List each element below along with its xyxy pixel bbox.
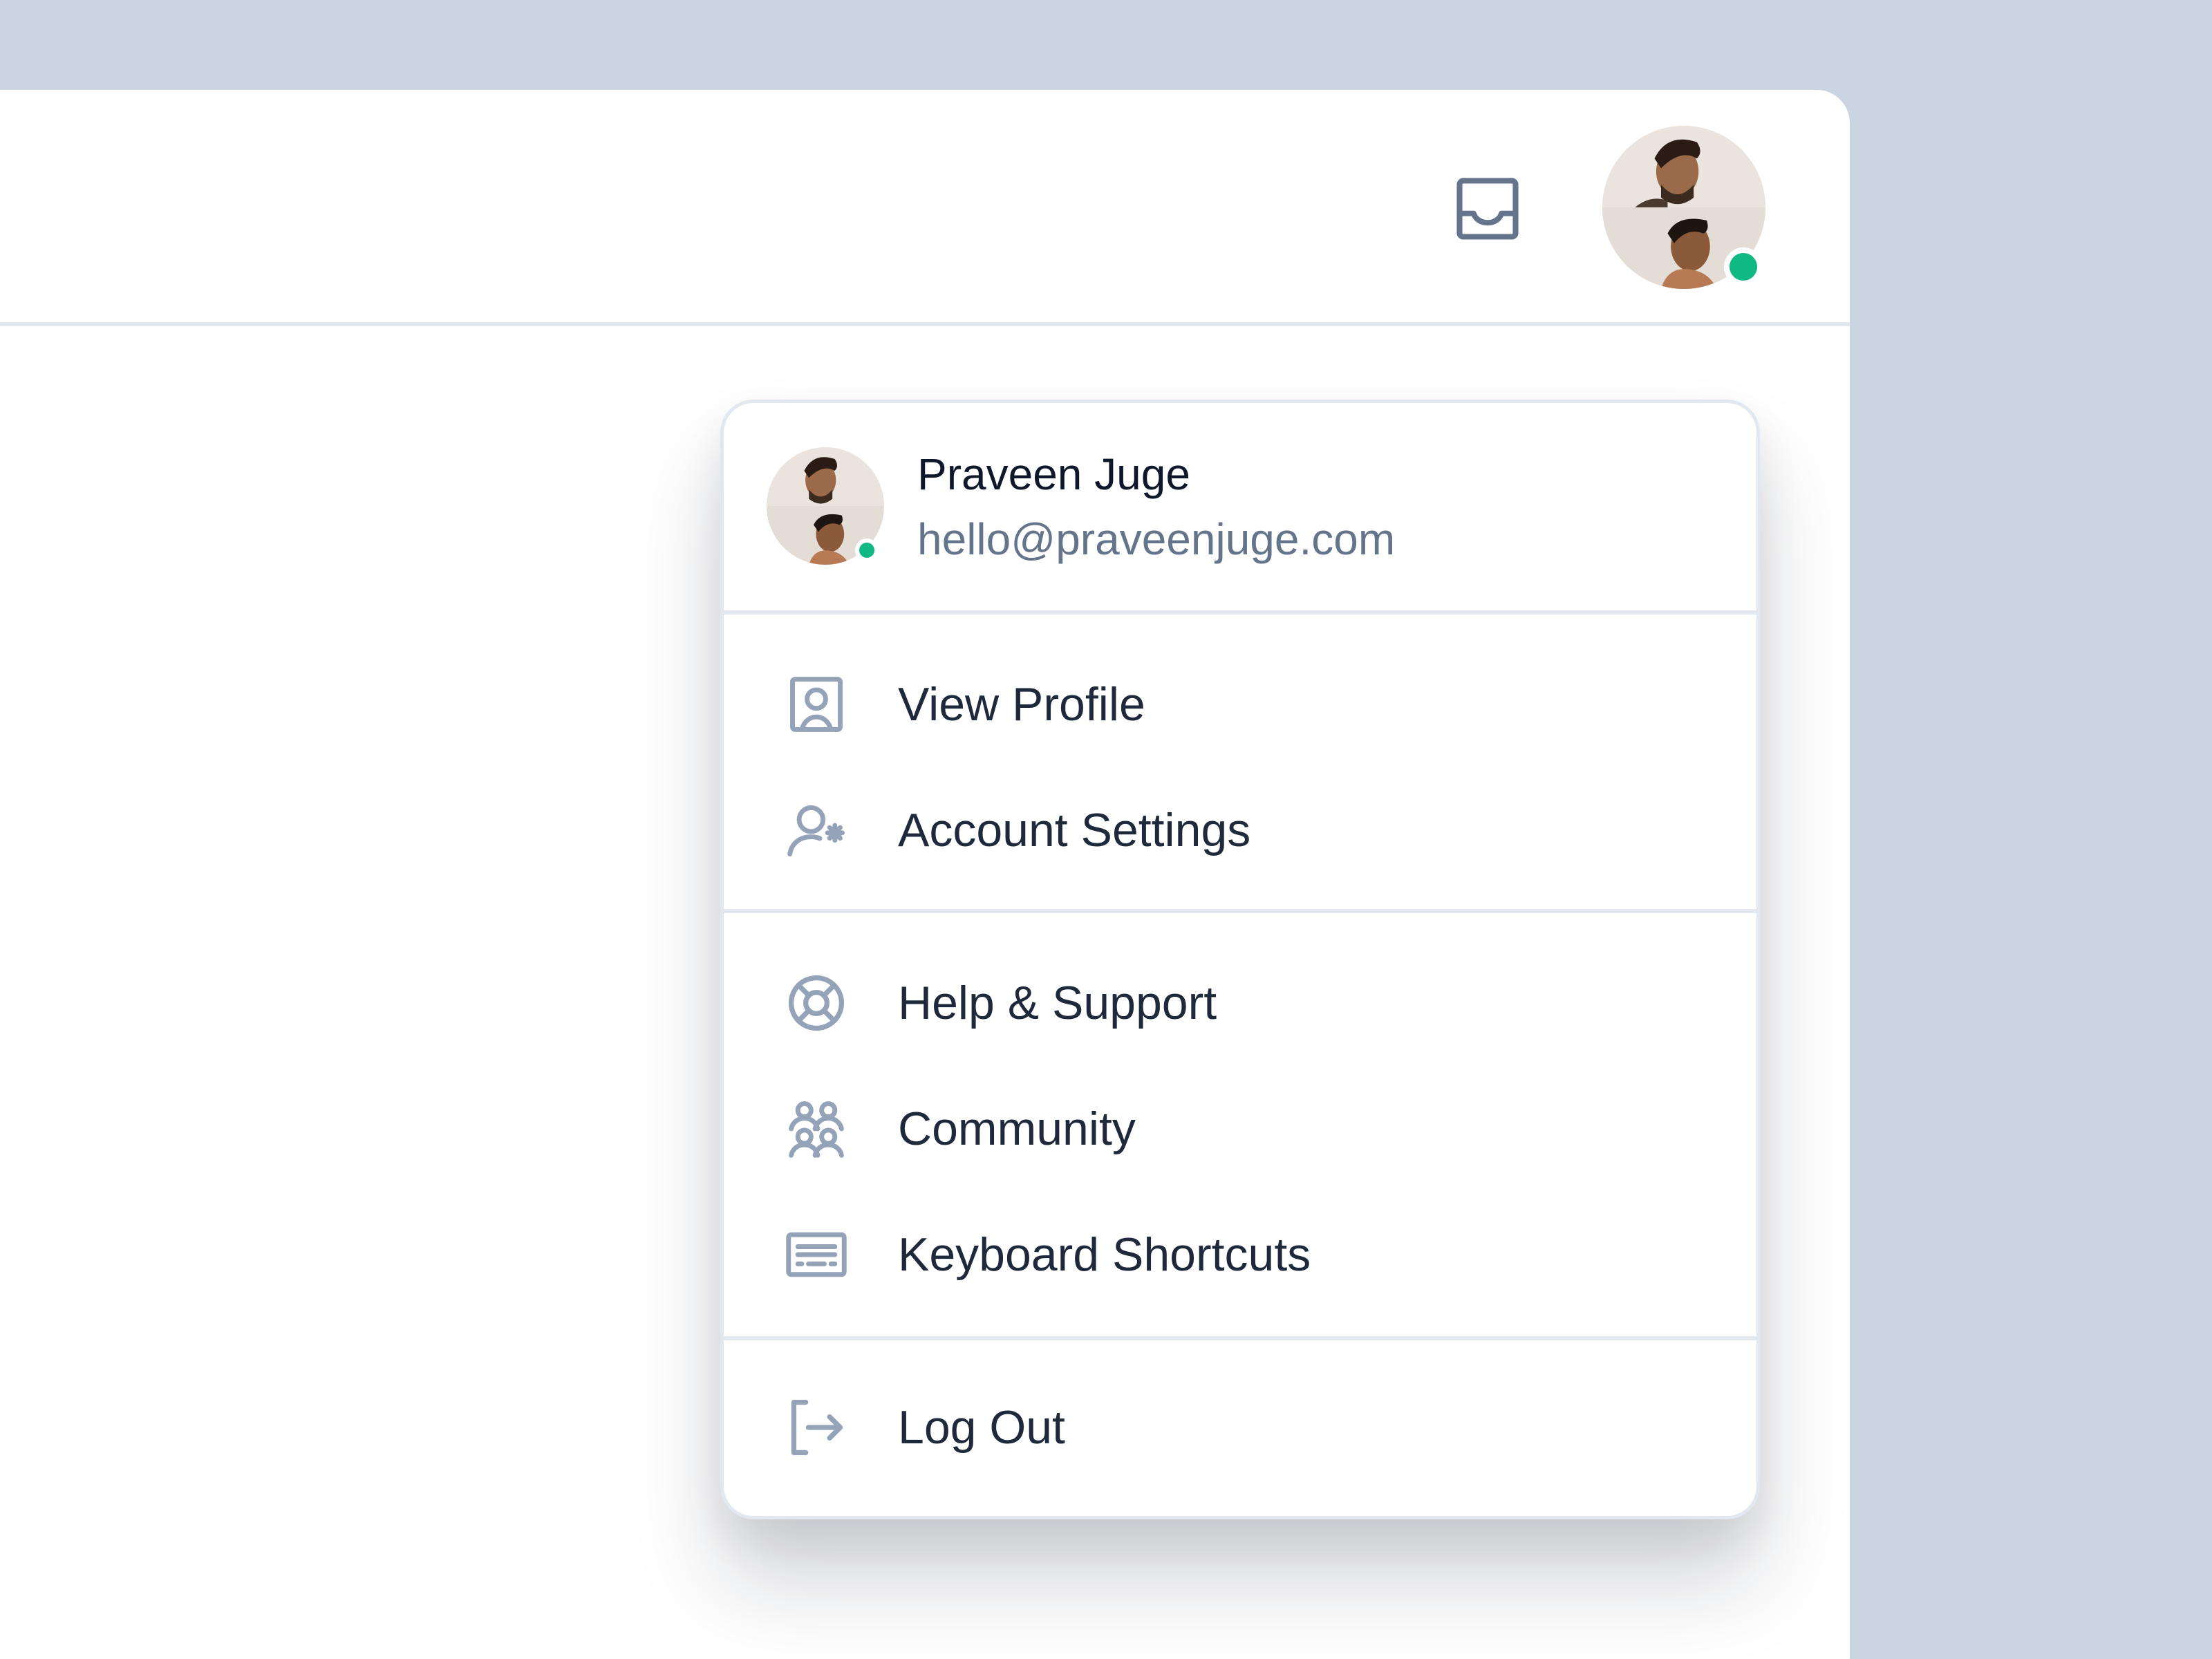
menu-item-account-settings[interactable]: Account Settings: [724, 768, 1756, 892]
menu-section-account: View Profile Account Settings: [724, 615, 1756, 913]
user-name: Praveen Juge: [917, 449, 1190, 499]
menu-item-label: Log Out: [898, 1401, 1065, 1454]
menu-item-label: Help & Support: [898, 977, 1217, 1029]
user-email: hello@praveenjuge.com: [917, 514, 1396, 564]
user-avatar-button[interactable]: [1602, 126, 1765, 289]
menu-item-view-profile[interactable]: View Profile: [724, 642, 1756, 767]
menu-item-label: View Profile: [898, 678, 1145, 731]
logout-icon: [785, 1396, 848, 1459]
user-info-header: Praveen Juge hello@praveenjuge.com: [724, 403, 1756, 615]
menu-item-label: Account Settings: [898, 804, 1251, 856]
inbox-tray-icon: [1456, 178, 1519, 240]
app-window: Praveen Juge hello@praveenjuge.com View …: [0, 90, 1850, 1659]
menu-user-avatar: [767, 447, 884, 565]
lifebuoy-icon: [785, 971, 848, 1035]
keyboard-icon: [785, 1223, 848, 1286]
top-bar: [0, 90, 1850, 326]
menu-item-keyboard-shortcuts[interactable]: Keyboard Shortcuts: [724, 1192, 1756, 1317]
online-status-indicator: [1724, 247, 1763, 286]
user-gear-icon: [785, 798, 848, 862]
menu-item-label: Keyboard Shortcuts: [898, 1228, 1311, 1281]
menu-item-community[interactable]: Community: [724, 1067, 1756, 1191]
user-dropdown-menu: Praveen Juge hello@praveenjuge.com View …: [720, 400, 1760, 1519]
users-group-icon: [785, 1097, 848, 1161]
menu-section-support: Help & Support Community Keyboard Shortc…: [724, 913, 1756, 1340]
menu-item-label: Community: [898, 1103, 1136, 1155]
online-status-indicator: [855, 538, 879, 562]
user-square-icon: [785, 673, 848, 736]
menu-section-session: Log Out: [724, 1340, 1756, 1516]
inbox-button[interactable]: [1446, 167, 1529, 250]
menu-item-log-out[interactable]: Log Out: [724, 1365, 1756, 1490]
menu-item-help-support[interactable]: Help & Support: [724, 941, 1756, 1065]
